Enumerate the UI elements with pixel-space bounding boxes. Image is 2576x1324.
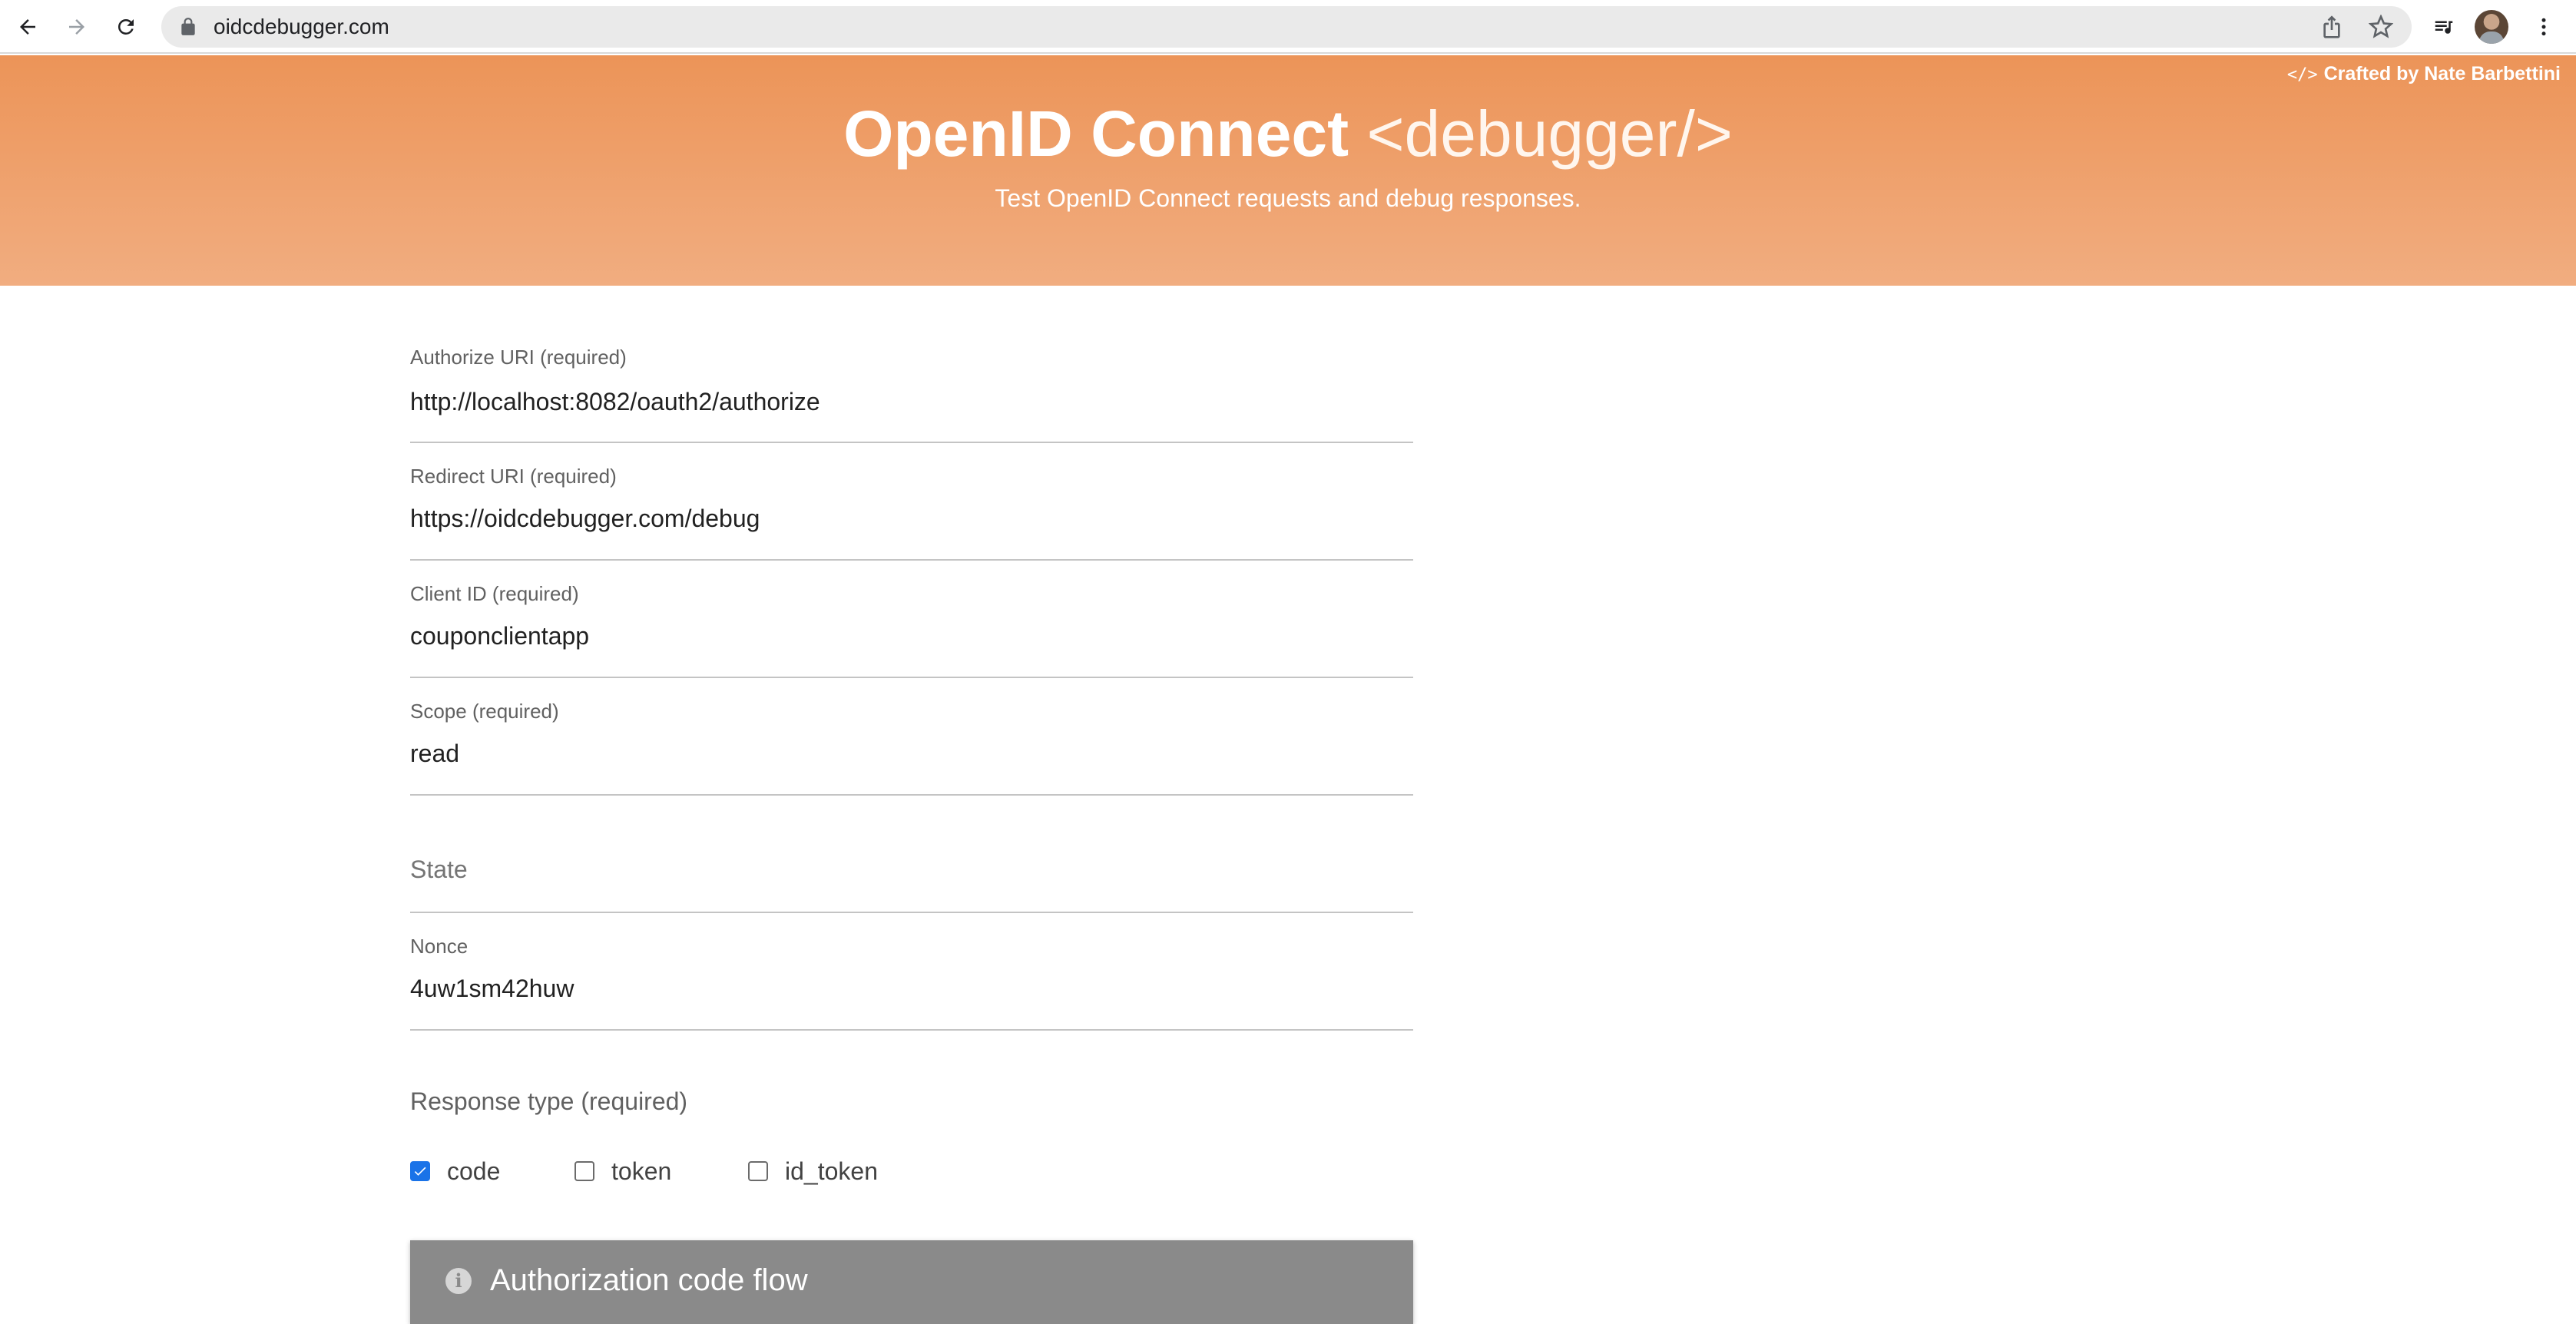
request-form: Authorize URI (required) http://localhos…	[410, 286, 1413, 1031]
code-icon: </>	[2286, 65, 2318, 84]
media-queue-icon	[2435, 21, 2453, 34]
arrow-left-icon	[20, 19, 35, 35]
redirect-uri-field[interactable]: Redirect URI (required) https://oidcdebu…	[410, 443, 1413, 561]
code-label: code	[447, 1157, 501, 1185]
author-credit-text: Crafted by Nate Barbettini	[2323, 63, 2561, 84]
client-id-field[interactable]: Client ID (required) couponclientapp	[410, 561, 1413, 678]
profile-avatar[interactable]	[2475, 10, 2508, 44]
more-vert-icon	[2541, 18, 2546, 36]
client-id-label: Client ID (required)	[410, 582, 579, 605]
client-id-input[interactable]: couponclientapp	[410, 622, 589, 650]
code-checkbox[interactable]	[410, 1161, 430, 1181]
share-icon[interactable]	[2319, 15, 2344, 39]
reading-list-button[interactable]	[2427, 10, 2461, 44]
page-title: OpenID Connect <debugger/>	[0, 95, 2576, 172]
id-token-label: id_token	[785, 1157, 878, 1185]
response-type-token[interactable]: token	[574, 1152, 671, 1190]
token-label: token	[611, 1157, 672, 1185]
authorize-uri-label: Authorize URI (required)	[410, 346, 627, 369]
back-button[interactable]	[11, 10, 45, 44]
check-icon	[414, 1167, 426, 1176]
state-field[interactable]: State	[410, 796, 1413, 913]
nonce-label: Nonce	[410, 935, 469, 958]
browser-toolbar: oidcdebugger.com	[0, 0, 2576, 54]
scope-field[interactable]: Scope (required) read	[410, 678, 1413, 796]
nonce-input[interactable]: 4uw1sm42huw	[410, 975, 574, 1003]
flow-info-banner: i Authorization code flow	[410, 1240, 1413, 1324]
reload-icon	[118, 18, 134, 35]
nonce-field[interactable]: Nonce 4uw1sm42huw	[410, 913, 1413, 1031]
scope-input[interactable]: read	[410, 740, 459, 768]
arrow-right-icon	[69, 19, 84, 35]
token-checkbox[interactable]	[574, 1161, 594, 1181]
author-credit-link[interactable]: </> Crafted by Nate Barbettini	[2287, 63, 2561, 85]
id-token-checkbox[interactable]	[748, 1161, 768, 1181]
scope-label: Scope (required)	[410, 700, 559, 723]
browser-menu-button[interactable]	[2527, 10, 2561, 44]
authorize-uri-input[interactable]: http://localhost:8082/oauth2/authorize	[410, 388, 1413, 416]
redirect-uri-label: Redirect URI (required)	[410, 465, 617, 488]
title-tag: <debugger/>	[1366, 98, 1733, 170]
flow-banner-text: Authorization code flow	[490, 1263, 808, 1297]
authorize-uri-field[interactable]: Authorize URI (required) http://localhos…	[410, 286, 1413, 443]
title-brand: OpenID Connect	[843, 98, 1349, 170]
bookmark-star-icon[interactable]	[2369, 15, 2393, 39]
forward-button[interactable]	[60, 10, 94, 44]
page-subtitle: Test OpenID Connect requests and debug r…	[995, 184, 1581, 212]
page-header: </> Crafted by Nate Barbettini OpenID Con…	[0, 55, 2576, 286]
lock-icon	[181, 18, 195, 35]
address-bar[interactable]: oidcdebugger.com	[161, 6, 2412, 48]
state-input[interactable]: State	[410, 856, 468, 884]
url-text: oidcdebugger.com	[214, 15, 389, 38]
info-icon: i	[445, 1268, 472, 1294]
redirect-uri-input[interactable]: https://oidcdebugger.com/debug	[410, 505, 760, 533]
response-type-id-token[interactable]: id_token	[748, 1152, 878, 1190]
response-type-label: Response type (required)	[410, 1087, 688, 1115]
response-type-code[interactable]: code	[410, 1152, 500, 1190]
reload-button[interactable]	[109, 10, 143, 44]
